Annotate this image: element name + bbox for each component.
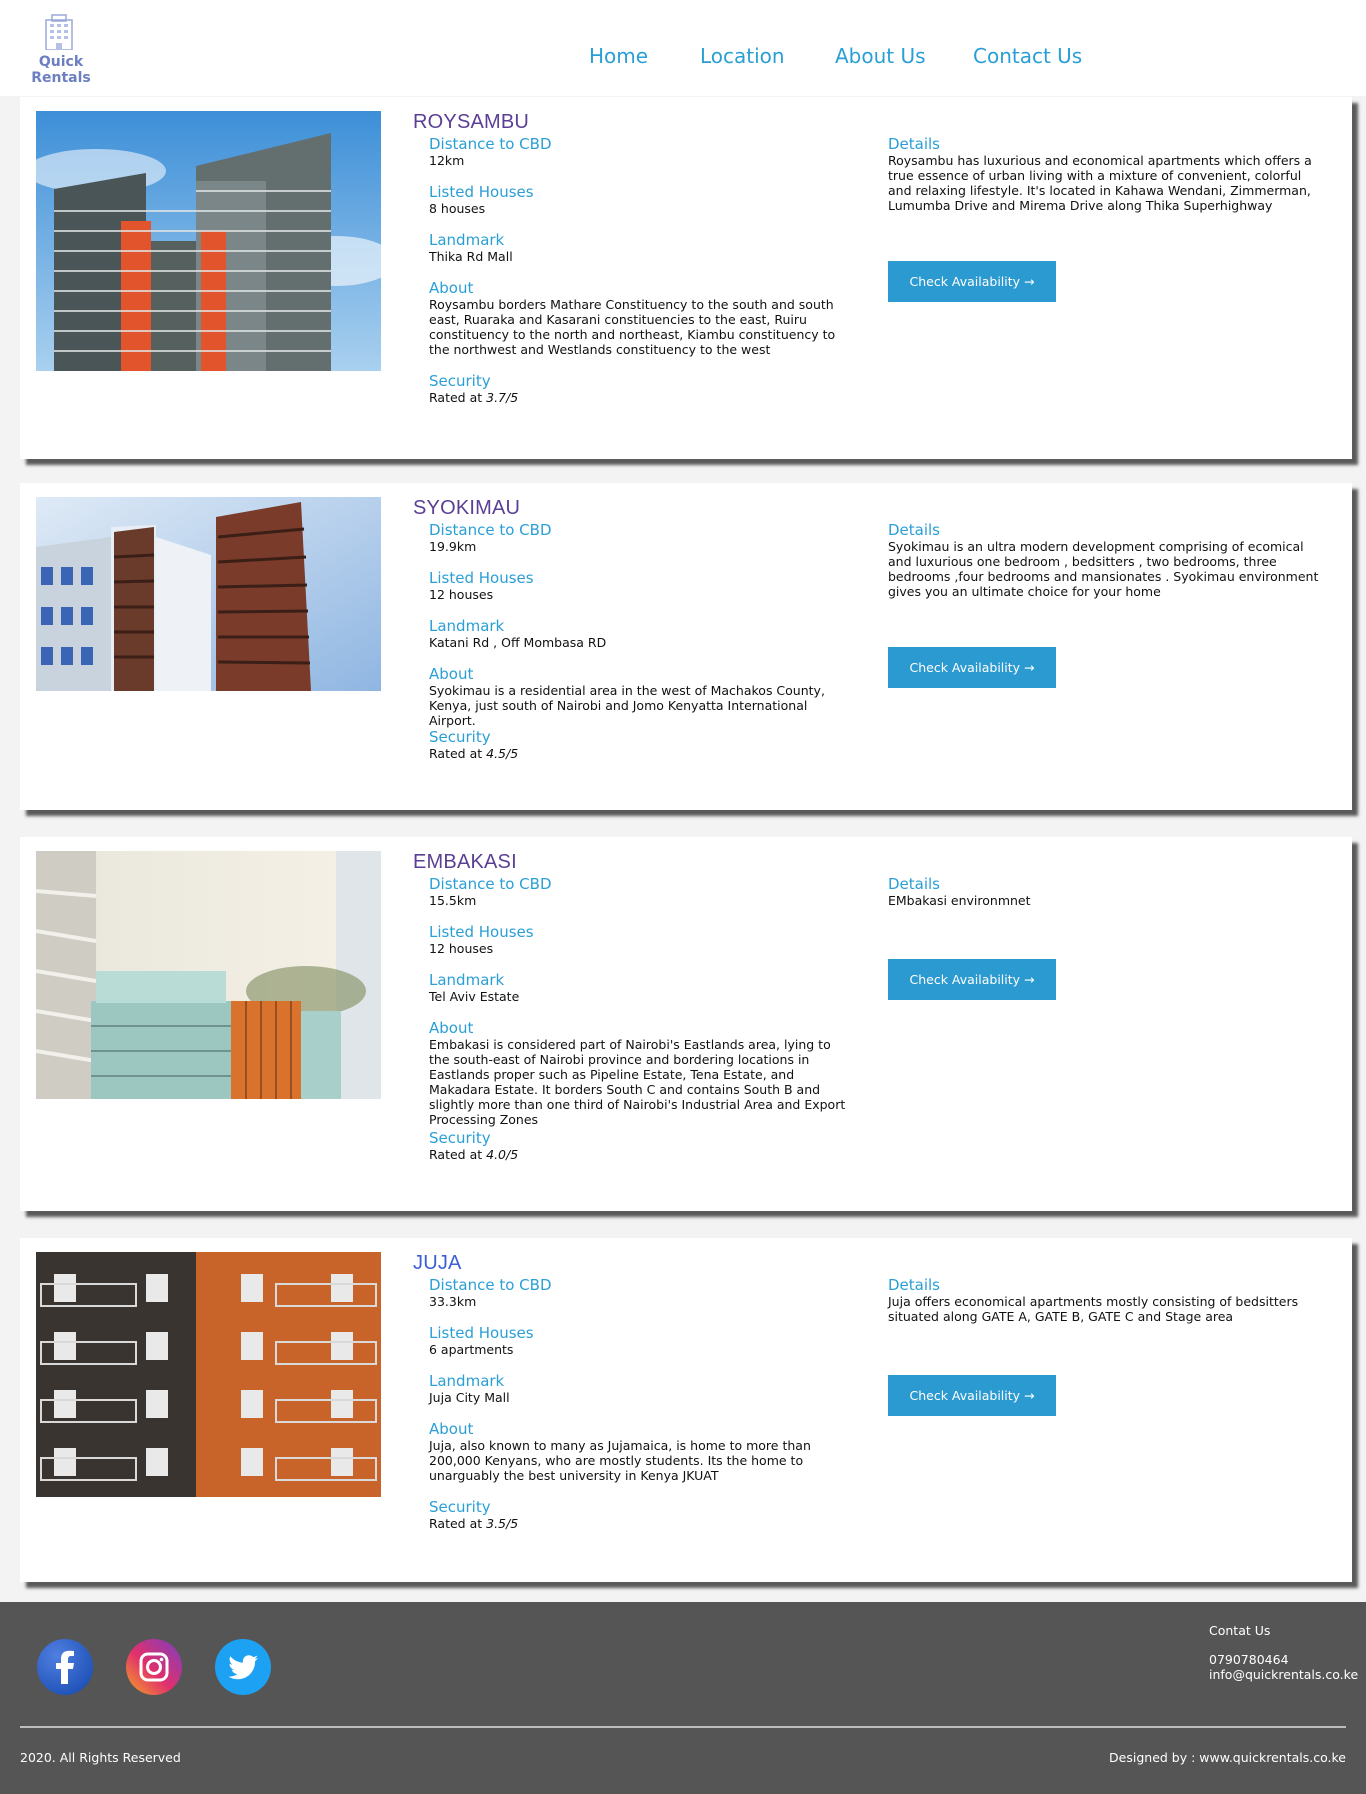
contact-phone: 0790780464 bbox=[1209, 1652, 1289, 1667]
details-text: Roysambu has luxurious and economical ap… bbox=[888, 153, 1312, 213]
listing-photo bbox=[36, 1252, 381, 1497]
landmark-label: Landmark bbox=[429, 231, 505, 249]
houses-label: Listed Houses bbox=[429, 1324, 534, 1342]
listing-card-embakasi: EMBAKASI Distance to CBD 15.5km Listed H… bbox=[20, 837, 1352, 1211]
security-label: Security bbox=[429, 1498, 491, 1516]
contact-email[interactable]: info@quickrentals.co.ke bbox=[1209, 1667, 1358, 1682]
details-label: Details bbox=[888, 521, 941, 539]
facebook-icon[interactable] bbox=[36, 1638, 94, 1696]
houses-label: Listed Houses bbox=[429, 923, 534, 941]
rating-value: 3.5/5 bbox=[486, 1516, 519, 1531]
landmark-value: Katani Rd , Off Mombasa RD bbox=[429, 635, 607, 650]
security-rating: Rated at 3.5/5 bbox=[429, 1516, 854, 1531]
rated-prefix: Rated at bbox=[429, 746, 483, 761]
distance-label: Distance to CBD bbox=[429, 135, 552, 153]
listing-photo bbox=[36, 497, 381, 691]
houses-value: 6 apartments bbox=[429, 1342, 514, 1357]
landmark-label: Landmark bbox=[429, 1372, 505, 1390]
houses-label: Listed Houses bbox=[429, 569, 534, 587]
listing-details: Details Syokimau is an ultra modern deve… bbox=[888, 521, 1328, 599]
instagram-icon[interactable] bbox=[125, 1638, 183, 1696]
rated-prefix: Rated at bbox=[429, 390, 483, 405]
designed-by-text: Designed by : www.quickrentals.co.ke bbox=[1109, 1750, 1346, 1765]
landmark-value: Tel Aviv Estate bbox=[429, 989, 520, 1004]
logo-text: Quick Rentals bbox=[31, 54, 91, 86]
details-text: Juja offers economical apartments mostly… bbox=[888, 1294, 1299, 1324]
details-label: Details bbox=[888, 135, 941, 153]
landmark-value: Thika Rd Mall bbox=[429, 249, 513, 264]
distance-label: Distance to CBD bbox=[429, 521, 552, 539]
nav-about-us[interactable]: About Us bbox=[835, 44, 926, 68]
about-label: About bbox=[429, 279, 474, 297]
rated-prefix: Rated at bbox=[429, 1516, 483, 1531]
rated-prefix: Rated at bbox=[429, 1147, 483, 1162]
nav-location[interactable]: Location bbox=[700, 44, 785, 68]
houses-value: 12 houses bbox=[429, 941, 494, 956]
rating-value: 3.7/5 bbox=[486, 390, 519, 405]
check-availability-button[interactable]: Check Availability → bbox=[888, 647, 1056, 688]
listing-card-juja: JUJA Distance to CBD 33.3km Listed House… bbox=[20, 1238, 1352, 1582]
listing-photo bbox=[36, 851, 381, 1099]
distance-value: 33.3km bbox=[429, 1294, 477, 1309]
rating-value: 4.5/5 bbox=[486, 746, 519, 761]
listing-photo bbox=[36, 111, 381, 371]
nav-contact-us[interactable]: Contact Us bbox=[973, 44, 1082, 68]
copyright-text: 2020. All Rights Reserved bbox=[20, 1750, 181, 1765]
about-text: Roysambu borders Mathare Constituency to… bbox=[429, 297, 836, 357]
about-label: About bbox=[429, 665, 474, 683]
about-text: Juja, also known to many as Jujamaica, i… bbox=[429, 1438, 811, 1483]
houses-value: 8 houses bbox=[429, 201, 486, 216]
listing-title: EMBAKASI bbox=[413, 851, 517, 873]
contact-heading: Contat Us bbox=[1209, 1623, 1271, 1638]
about-text: Syokimau is a residential area in the we… bbox=[429, 683, 825, 728]
distance-value: 15.5km bbox=[429, 893, 477, 908]
landmark-value: Juja City Mall bbox=[429, 1390, 510, 1405]
listing-details: Details Roysambu has luxurious and econo… bbox=[888, 135, 1328, 213]
check-availability-button[interactable]: Check Availability → bbox=[888, 261, 1056, 302]
footer-divider bbox=[20, 1726, 1346, 1728]
listing-card-roysambu: ROYSAMBU Distance to CBD 12km Listed Hou… bbox=[20, 97, 1352, 459]
security-label: Security bbox=[429, 728, 491, 746]
security-rating: Rated at 4.0/5 bbox=[429, 1147, 854, 1162]
landmark-label: Landmark bbox=[429, 617, 505, 635]
landmark-label: Landmark bbox=[429, 971, 505, 989]
about-text: Embakasi is considered part of Nairobi's… bbox=[429, 1037, 846, 1127]
rating-value: 4.0/5 bbox=[486, 1147, 519, 1162]
about-label: About bbox=[429, 1019, 474, 1037]
details-text: Syokimau is an ultra modern development … bbox=[888, 539, 1319, 599]
twitter-icon[interactable] bbox=[214, 1638, 272, 1696]
check-availability-button[interactable]: Check Availability → bbox=[888, 959, 1056, 1000]
distance-value: 19.9km bbox=[429, 539, 477, 554]
security-label: Security bbox=[429, 1129, 491, 1147]
houses-value: 12 houses bbox=[429, 587, 494, 602]
about-label: About bbox=[429, 1420, 474, 1438]
details-label: Details bbox=[888, 1276, 941, 1294]
security-rating: Rated at 4.5/5 bbox=[429, 746, 854, 761]
listing-card-syokimau: SYOKIMAU Distance to CBD 19.9km Listed H… bbox=[20, 483, 1352, 810]
listing-details: Details Juja offers economical apartment… bbox=[888, 1276, 1328, 1324]
distance-label: Distance to CBD bbox=[429, 875, 552, 893]
security-label: Security bbox=[429, 372, 491, 390]
building-logo-icon bbox=[45, 14, 73, 50]
distance-label: Distance to CBD bbox=[429, 1276, 552, 1294]
check-availability-button[interactable]: Check Availability → bbox=[888, 1375, 1056, 1416]
details-text: EMbakasi environmnet bbox=[888, 893, 1031, 908]
listing-title: ROYSAMBU bbox=[413, 111, 530, 133]
details-label: Details bbox=[888, 875, 941, 893]
distance-value: 12km bbox=[429, 153, 465, 168]
listing-title: SYOKIMAU bbox=[413, 497, 521, 519]
security-rating: Rated at 3.7/5 bbox=[429, 390, 854, 405]
site-footer: Contat Us 0790780464 info@quickrentals.c… bbox=[0, 1602, 1366, 1794]
site-logo[interactable]: Quick Rentals bbox=[14, 14, 108, 86]
houses-label: Listed Houses bbox=[429, 183, 534, 201]
site-header: Quick Rentals Home Location About Us Con… bbox=[0, 0, 1366, 96]
nav-home[interactable]: Home bbox=[589, 44, 648, 68]
listing-title: JUJA bbox=[413, 1252, 462, 1274]
listing-details: Details EMbakasi environmnet bbox=[888, 875, 1328, 908]
